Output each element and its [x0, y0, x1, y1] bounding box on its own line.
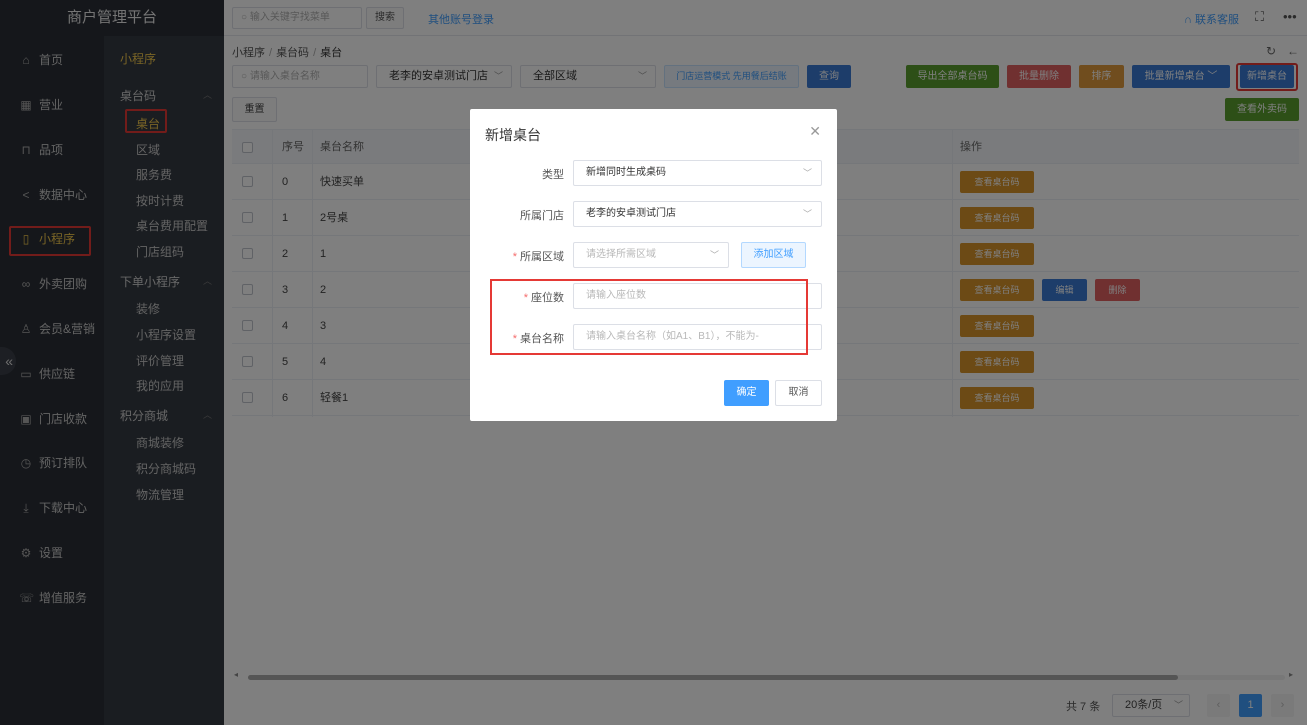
dialog-store-select[interactable]: 老李的安卓测试门店 ﹀	[573, 201, 822, 227]
add-area-button[interactable]: 添加区域	[741, 242, 806, 268]
area-label: * 所属区域	[470, 248, 564, 264]
required-mark: *	[512, 251, 517, 263]
type-select[interactable]: 新增同时生成桌码 ﹀	[573, 160, 822, 186]
dialog-area-select[interactable]: 请选择所需区域 ﹀	[573, 242, 729, 268]
confirm-button[interactable]: 确定	[724, 380, 769, 406]
type-select-value: 新增同时生成桌码	[586, 167, 666, 178]
chevron-down-icon: ﹀	[802, 168, 812, 178]
area-placeholder: 请选择所需区域	[586, 249, 656, 260]
required-fields-highlight-box	[490, 279, 808, 355]
add-table-dialog: 新增桌台 ✕ 类型 新增同时生成桌码 ﹀ 所属门店 老李的安卓测试门店 ﹀ * 所属区…	[470, 109, 837, 421]
chevron-down-icon: ﹀	[709, 250, 719, 260]
cancel-button[interactable]: 取消	[775, 380, 822, 406]
chevron-down-icon: ﹀	[802, 209, 812, 219]
dialog-title: 新增桌台	[485, 127, 541, 143]
dialog-store-value: 老李的安卓测试门店	[586, 208, 676, 219]
store-label: 所属门店	[520, 210, 564, 222]
type-label: 类型	[542, 169, 564, 181]
close-icon[interactable]: ✕	[809, 123, 821, 140]
area-label-text: 所属区域	[520, 251, 564, 263]
